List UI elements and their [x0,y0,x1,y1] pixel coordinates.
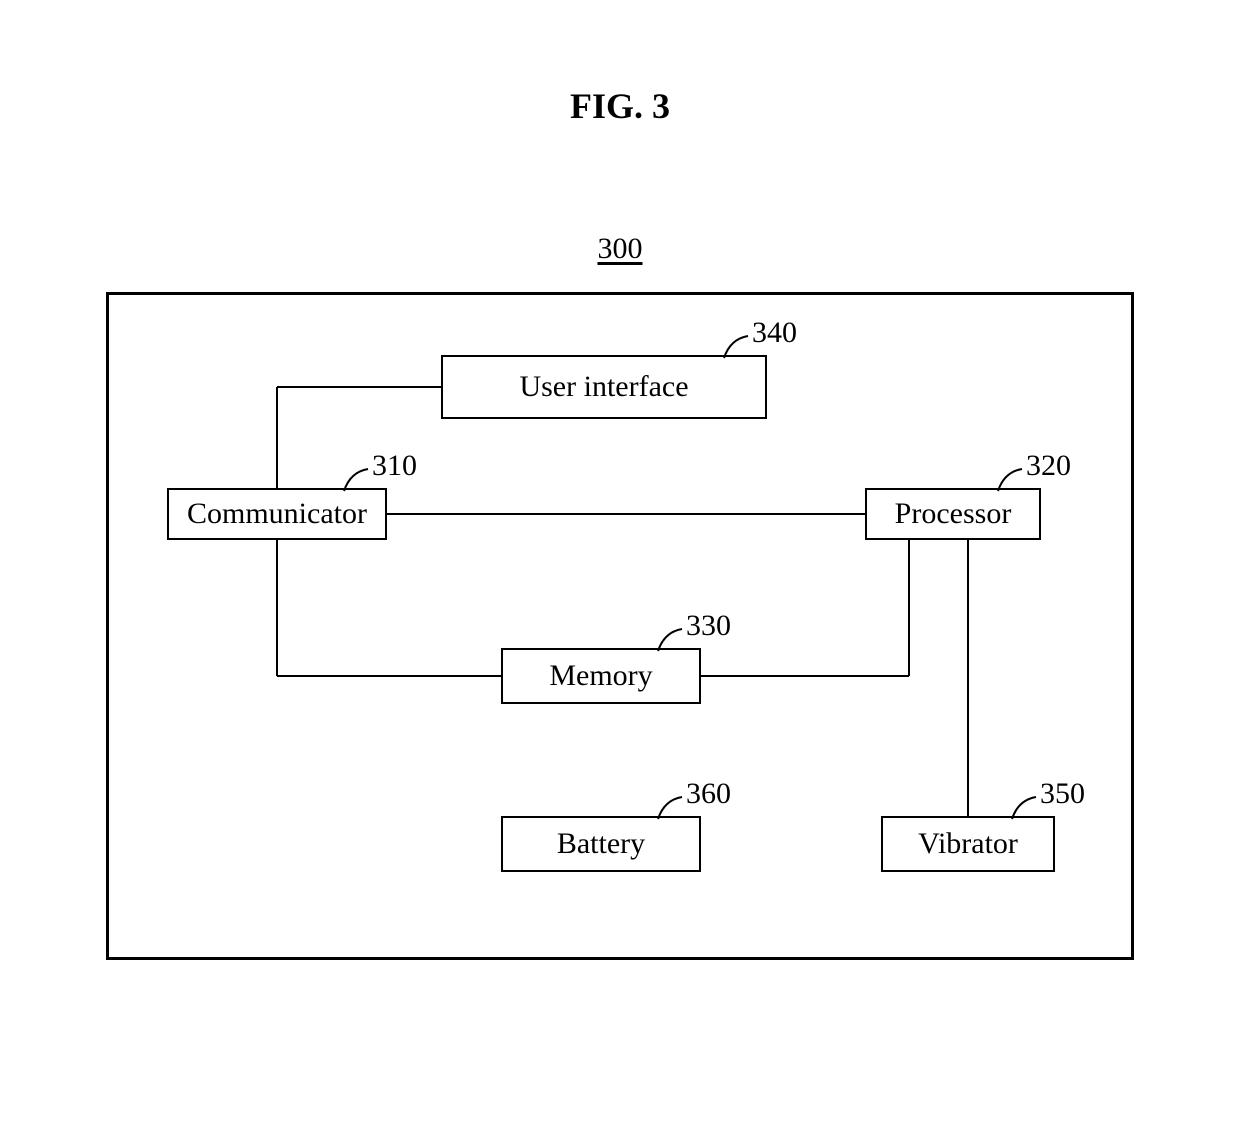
block-communicator: Communicator [167,488,387,540]
ref-communicator: 310 [372,449,417,483]
figure-title: FIG. 3 [0,85,1240,127]
block-user-interface-label: User interface [519,370,688,404]
ref-user-interface: 340 [752,316,797,350]
ref-processor: 320 [1026,449,1071,483]
ref-memory: 330 [686,609,731,643]
block-vibrator: Vibrator [881,816,1055,872]
block-memory: Memory [501,648,701,704]
block-vibrator-label: Vibrator [918,827,1018,861]
block-communicator-label: Communicator [187,497,367,531]
figure-reference-number: 300 [0,232,1240,266]
page: FIG. 3 300 User interface [0,0,1240,1139]
block-battery: Battery [501,816,701,872]
block-user-interface: User interface [441,355,767,419]
block-memory-label: Memory [549,659,652,693]
diagram-stage: User interface 340 Communicator 310 Proc… [106,292,1134,960]
ref-battery: 360 [686,777,731,811]
block-processor: Processor [865,488,1041,540]
block-battery-label: Battery [557,827,645,861]
block-processor-label: Processor [895,497,1012,531]
ref-vibrator: 350 [1040,777,1085,811]
